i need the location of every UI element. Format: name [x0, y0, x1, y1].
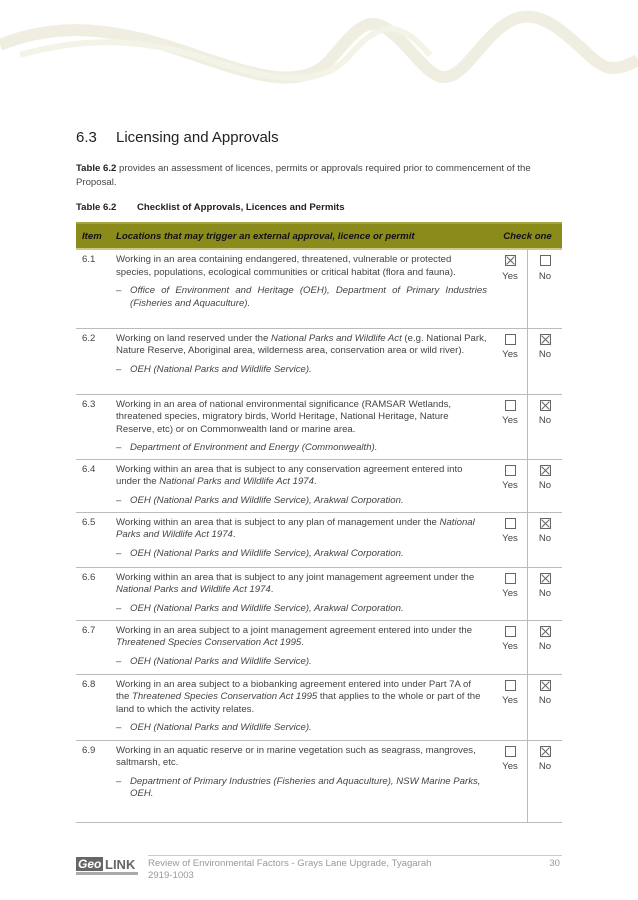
no-cell: No [527, 394, 562, 460]
table-row: 6.3 Working in an area of national envir… [76, 394, 562, 460]
section-heading: 6.3 Licensing and Approvals [76, 129, 279, 146]
no-cell: No [527, 740, 562, 823]
item-number: 6.5 [76, 512, 110, 568]
location-description: Working within an area that is subject t… [110, 512, 493, 568]
header-check-one: Check one [493, 222, 562, 250]
no-checkbox[interactable] [539, 745, 551, 757]
no-checkbox[interactable] [539, 255, 551, 266]
yes-cell: Yes [493, 512, 528, 568]
yes-checkbox[interactable] [504, 255, 516, 266]
yes-checkbox[interactable] [504, 745, 516, 757]
yes-checkbox[interactable] [504, 517, 516, 529]
table-row: 6.6 Working within an area that is subje… [76, 567, 562, 621]
approvals-checklist-table: Item Locations that may trigger an exter… [76, 222, 562, 823]
location-description: Working in an area containing endangered… [110, 249, 493, 329]
approval-authority: – OEH (National Parks and Wildlife Servic… [116, 722, 312, 733]
no-checkbox[interactable] [539, 464, 551, 476]
footer-text: Review of Environmental Factors - Grays … [148, 858, 432, 881]
table-row: 6.2 Working on land reserved under the N… [76, 328, 562, 395]
table-row: 6.4 Working within an area that is subje… [76, 459, 562, 513]
yes-cell: Yes [493, 567, 528, 621]
approval-authority: – OEH (National Parks and Wildlife Servic… [116, 494, 404, 506]
approval-authority: – OEH (National Parks and Wildlife Servic… [116, 363, 312, 375]
location-description: Working within an area that is subject t… [110, 567, 493, 621]
approval-authority: – OEH (National Parks and Wildlife Servic… [116, 655, 312, 667]
item-number: 6.9 [76, 740, 110, 823]
approval-authority: – Department of Primary Industries (Fishe… [116, 775, 481, 800]
yes-checkbox[interactable] [504, 572, 516, 584]
table-row: 6.9 Working in an aquatic reserve or in … [76, 740, 562, 823]
footer-divider [148, 855, 562, 856]
intro-paragraph: Table 6.2 provides an assessment of lice… [76, 163, 531, 188]
location-description: Working in an area subject to a joint ma… [110, 620, 493, 675]
page-number: 30 [549, 858, 560, 869]
no-checkbox[interactable] [539, 517, 551, 529]
no-cell: No [527, 620, 562, 675]
table-row: 6.1 Working in an area containing endang… [76, 249, 562, 329]
geolink-logo: Geo LINK [76, 857, 140, 881]
no-checkbox[interactable] [539, 399, 551, 411]
no-checkbox[interactable] [539, 572, 551, 584]
yes-checkbox[interactable] [504, 333, 516, 345]
location-description: Working in an area subject to a biobanki… [110, 674, 493, 741]
no-cell: No [527, 674, 562, 741]
yes-cell: Yes [493, 620, 528, 675]
no-cell: No [527, 567, 562, 621]
yes-cell: Yes [493, 740, 528, 823]
no-checkbox[interactable] [539, 333, 551, 345]
yes-cell: Yes [493, 674, 528, 741]
approval-authority: – OEH (National Parks and Wildlife Servic… [116, 547, 404, 559]
item-number: 6.4 [76, 459, 110, 513]
no-checkbox[interactable] [539, 625, 551, 637]
table-row: 6.7 Working in an area subject to a join… [76, 620, 562, 675]
yes-cell: Yes [493, 249, 528, 329]
header-item: Item [76, 222, 110, 250]
location-description: Working in an area of national environme… [110, 394, 493, 460]
location-description: Working within an area that is subject t… [110, 459, 493, 513]
item-number: 6.3 [76, 394, 110, 460]
no-cell: No [527, 249, 562, 329]
item-number: 6.1 [76, 249, 110, 329]
no-cell: No [527, 512, 562, 568]
item-number: 6.7 [76, 620, 110, 675]
location-description: Working in an aquatic reserve or in mari… [110, 740, 493, 823]
header-locations: Locations that may trigger an external a… [110, 222, 493, 250]
no-cell: No [527, 459, 562, 513]
item-number: 6.8 [76, 674, 110, 741]
yes-cell: Yes [493, 394, 528, 460]
header-wave-decoration [0, 10, 638, 84]
table-row: 6.5 Working within an area that is subje… [76, 512, 562, 568]
yes-cell: Yes [493, 328, 528, 395]
table-row: 6.8 Working in an area subject to a biob… [76, 674, 562, 741]
item-number: 6.2 [76, 328, 110, 395]
item-number: 6.6 [76, 567, 110, 621]
no-cell: No [527, 328, 562, 395]
yes-checkbox[interactable] [504, 679, 516, 691]
yes-checkbox[interactable] [504, 625, 516, 637]
no-checkbox[interactable] [539, 679, 551, 691]
yes-checkbox[interactable] [504, 464, 516, 476]
yes-checkbox[interactable] [504, 399, 516, 411]
approval-authority: – Department of Environment and Energy (C… [116, 442, 378, 453]
table-caption: Table 6.2 Checklist of Approvals, Licence… [76, 202, 345, 213]
location-description: Working on land reserved under the Natio… [110, 328, 493, 395]
approval-authority: – OEH (National Parks and Wildlife Servic… [116, 602, 404, 614]
approval-authority: – Office of Environment and Heritage (OEH… [116, 285, 487, 309]
yes-cell: Yes [493, 459, 528, 513]
